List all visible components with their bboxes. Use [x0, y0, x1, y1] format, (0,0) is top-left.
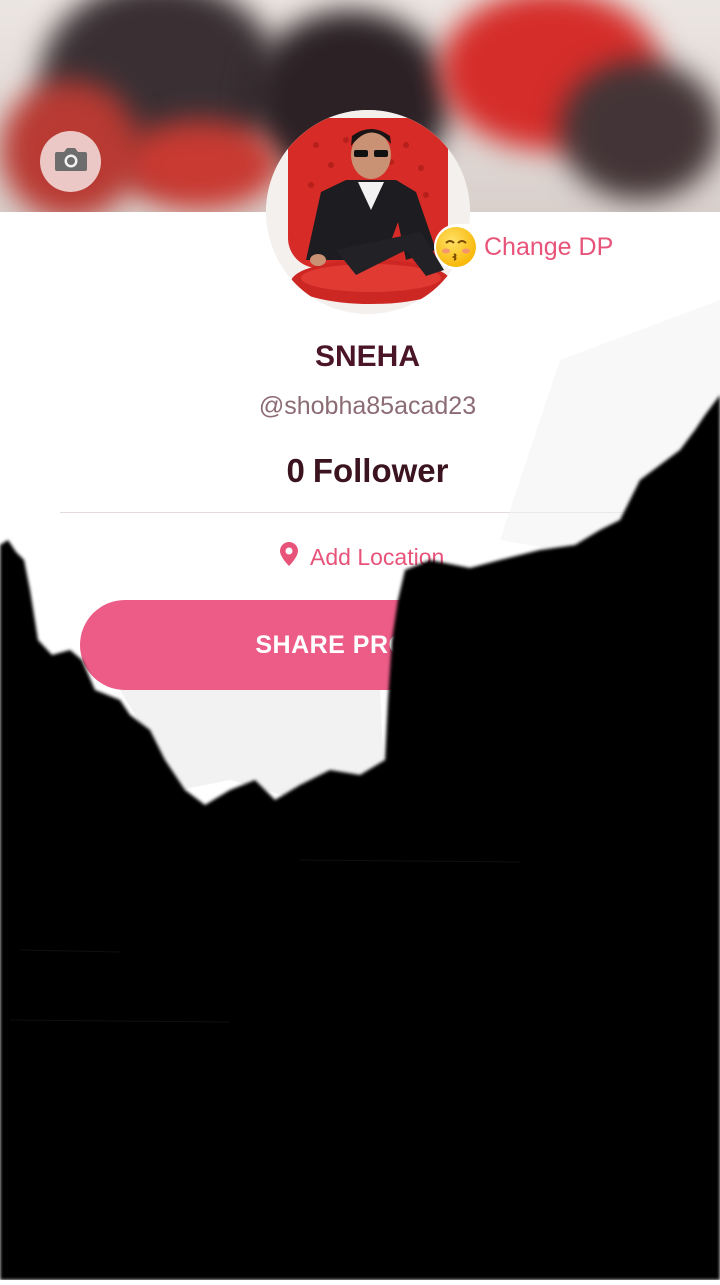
profile-avatar[interactable]: [266, 110, 470, 314]
profile-handle: @shobha85acad23: [258, 392, 477, 420]
share-profile-label: SHARE PROFILE: [255, 630, 465, 659]
add-location-label: Add Location: [310, 543, 445, 570]
follower-number: 0: [286, 452, 305, 489]
change-dp-label: Change DP: [484, 232, 614, 261]
map-pin-icon: [280, 542, 298, 572]
followers-count[interactable]: 0 Follower: [0, 452, 720, 490]
profile-name: SNEHA: [314, 340, 420, 373]
share-profile-button[interactable]: SHARE PROFILE: [80, 600, 640, 690]
camera-icon: [54, 145, 88, 178]
follower-label: Follower: [312, 452, 449, 489]
add-location-link[interactable]: Add Location: [280, 542, 444, 572]
kissing-face-emoji-icon: [436, 227, 476, 267]
divider: [60, 512, 660, 513]
change-dp-button[interactable]: Change DP: [434, 224, 620, 270]
change-cover-button[interactable]: [40, 131, 101, 192]
